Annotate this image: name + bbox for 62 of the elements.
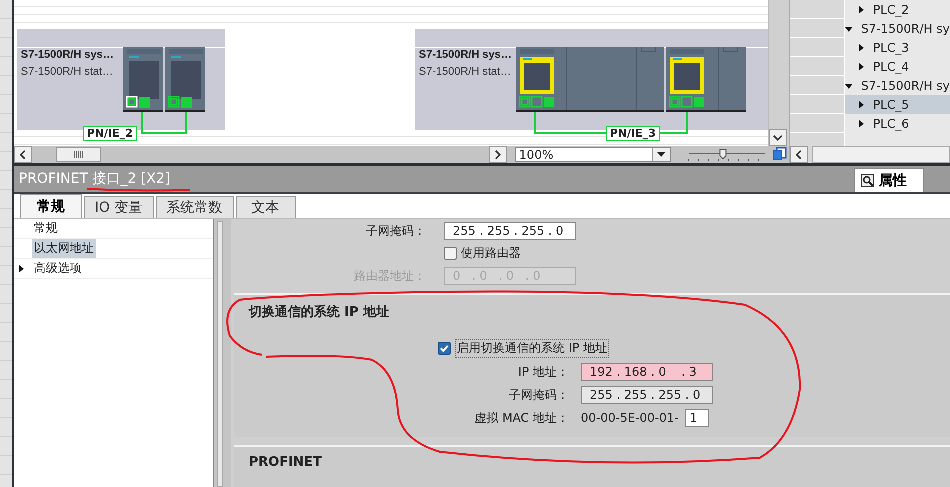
ip-address-field[interactable]: 192 . 168 . 0 . 3 [581, 363, 713, 381]
expand-arrow-icon[interactable] [857, 44, 866, 52]
collapse-arrow-icon[interactable] [845, 24, 854, 32]
properties-tab[interactable]: 属性 [854, 168, 924, 192]
zoom-dropdown[interactable]: 100% [515, 147, 672, 162]
checkbox[interactable] [438, 342, 451, 355]
field-label: 子网掩码： [508, 386, 569, 404]
expand-arrow-icon[interactable] [857, 100, 866, 108]
vertical-scrollbar[interactable] [768, 0, 790, 146]
section-title: PROFINET [248, 454, 323, 470]
zoom-slider[interactable] [687, 147, 768, 162]
inspector-title: PROFINET 接口_2 [X2] [18, 170, 170, 188]
checkbox-label: 启用切换通信的系统 IP 地址 [455, 339, 610, 358]
nav-item[interactable]: 以太网地址 [14, 239, 213, 259]
network-label[interactable]: PN/IE_2 [83, 126, 138, 141]
scroll-left-icon[interactable] [14, 146, 32, 163]
nav-item[interactable]: 高级选项 [14, 259, 213, 279]
overview-icon[interactable] [772, 147, 788, 162]
tree-item[interactable]: PLC_6 [845, 114, 950, 133]
checkbox-label: 使用路由器 [461, 245, 521, 262]
tree-item[interactable]: PLC_5 [845, 95, 950, 114]
expand-arrow-icon[interactable] [857, 120, 866, 128]
tree-item[interactable]: PLC_2 [845, 0, 950, 19]
field-label: 虚拟 MAC 地址： [474, 410, 569, 426]
checkbox[interactable] [444, 247, 457, 260]
tree-item[interactable]: S7-1500R/H sy [845, 76, 950, 95]
scroll-down-icon[interactable] [769, 129, 788, 146]
dropdown-arrow-icon[interactable] [657, 152, 666, 157]
expand-arrow-icon[interactable] [19, 265, 25, 273]
collapse-arrow-icon[interactable] [845, 82, 854, 90]
tab[interactable]: 系统常数 [156, 196, 234, 218]
section-title: 切换通信的系统 IP 地址 [248, 304, 390, 321]
tree-item[interactable]: PLC_3 [845, 38, 950, 57]
station-name: S7-1500R/H sys… [21, 49, 114, 61]
field-label: IP 地址： [517, 364, 569, 380]
scroll-left-icon[interactable] [790, 146, 808, 163]
device-station[interactable]: S7-1500R/H sys… S7-1500R/H stat… [17, 29, 225, 130]
cpu-module-drawing [123, 47, 163, 112]
tree-item[interactable]: S7-1500R/H sy [845, 19, 950, 38]
tab[interactable]: 文本 [236, 196, 296, 218]
tab[interactable]: 常规 [20, 194, 82, 218]
scroll-thumb[interactable] [812, 146, 950, 163]
tree-item[interactable]: PLC_4 [845, 57, 950, 76]
station-name: S7-1500R/H sys… [419, 49, 512, 61]
tab[interactable]: IO 变量 [84, 196, 154, 218]
expand-arrow-icon[interactable] [857, 62, 866, 70]
expand-arrow-icon[interactable] [857, 6, 866, 14]
network-line [141, 112, 187, 134]
field-label: 子网掩码： [365, 222, 426, 240]
inspect-icon [861, 174, 875, 188]
device-station[interactable]: S7-1500R/H sys… S7-1500R/H stat… [415, 29, 768, 130]
scroll-right-icon[interactable] [489, 146, 508, 163]
station-type: S7-1500R/H stat… [419, 66, 512, 78]
panel-splitter[interactable] [213, 219, 231, 487]
subnet-mask-field[interactable]: 255 . 255 . 255 . 0 [444, 222, 576, 240]
mac-suffix-field[interactable]: 1 [684, 409, 709, 427]
station-type: S7-1500R/H stat… [21, 66, 114, 78]
mac-prefix: 00-00-5E-00-01- [581, 411, 679, 425]
subnet-mask-field[interactable]: 255 . 255 . 255 . 0 [581, 386, 713, 404]
cpu-module-drawing [165, 47, 205, 112]
scroll-thumb[interactable] [56, 147, 101, 162]
network-label[interactable]: PN/IE_3 [606, 126, 660, 141]
